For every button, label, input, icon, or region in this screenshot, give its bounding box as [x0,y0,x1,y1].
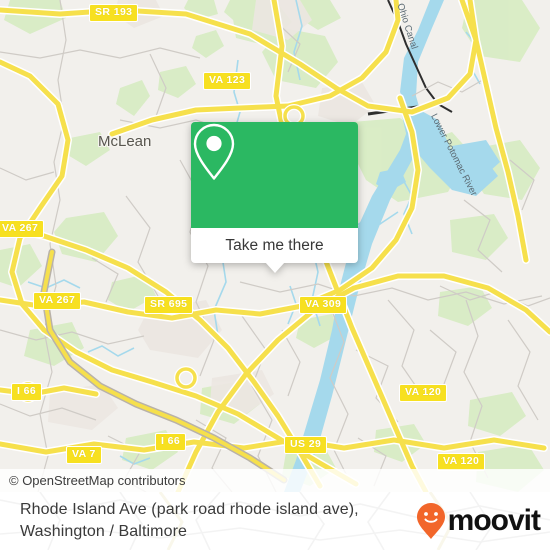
place-label-mclean: McLean [98,133,152,150]
take-me-there-button[interactable]: Take me there [191,228,358,263]
callout-icon-panel [191,122,358,228]
moovit-pin-smiley-icon [416,503,445,539]
moovit-map-screenshot: McLean Ohio Canal Lower Potomac River SR… [0,0,550,550]
shield-sr-695: SR 695 [144,296,194,314]
map-canvas[interactable]: McLean Ohio Canal Lower Potomac River SR… [0,0,550,492]
shield-us-29: US 29 [284,436,328,454]
location-title-line2: Washington / Baltimore [20,523,188,540]
shield-va-267: VA 267 [33,292,82,310]
attribution-text: © OpenStreetMap contributors [9,473,186,488]
location-title: Rhode Island Ave (park road rhode island… [20,499,359,543]
shield-i-66-west: I 66 [11,383,43,401]
callout-tail [265,262,285,273]
shield-va-123: VA 123 [203,72,252,90]
take-me-there-label: Take me there [225,236,324,254]
shield-va-7: VA 7 [66,446,102,464]
moovit-logo[interactable]: moovit [416,502,541,540]
map-pin-icon [193,123,235,180]
moovit-wordmark: moovit [447,504,541,537]
shield-va-120: VA 120 [399,384,448,402]
take-me-there-callout[interactable]: Take me there [191,122,358,273]
shield-i-66-south: I 66 [155,433,187,451]
map-attribution: © OpenStreetMap contributors [0,469,550,492]
shield-va-267-left: VA 267 [0,220,45,238]
footer-bar: Rhode Island Ave (park road rhode island… [0,492,550,550]
shield-va-309: VA 309 [299,296,348,314]
location-title-line1: Rhode Island Ave (park road rhode island… [20,501,359,518]
shield-sr-193: SR 193 [89,4,139,22]
